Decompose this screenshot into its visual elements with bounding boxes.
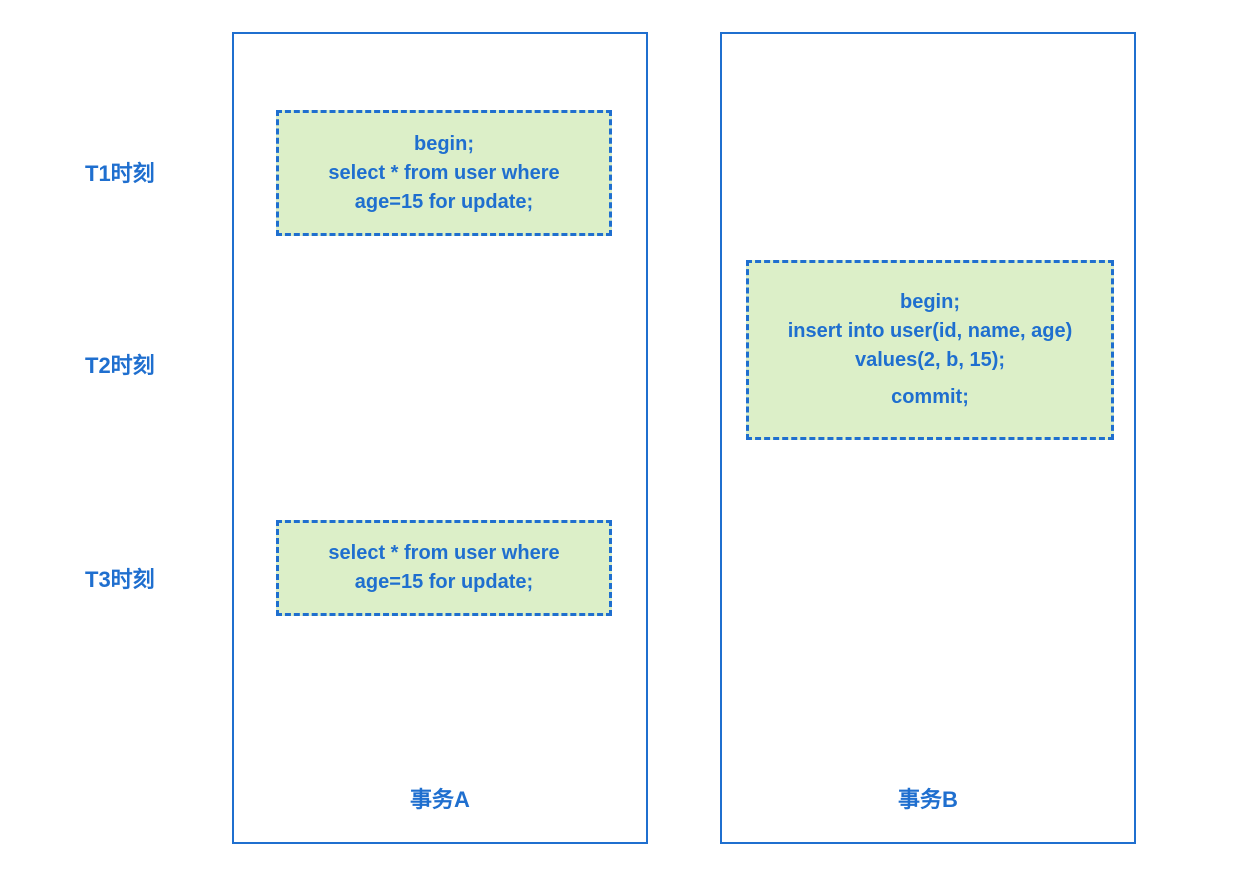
- time-label-t2: T2时刻: [85, 348, 155, 380]
- sql-line: commit;: [891, 383, 969, 412]
- sql-line: begin;: [900, 288, 960, 317]
- transaction-a-title: 事务A: [234, 782, 646, 814]
- sql-line: insert into user(id, name, age): [788, 317, 1073, 346]
- sql-line: values(2, b, 15);: [855, 346, 1005, 375]
- sql-line: age=15 for update;: [355, 568, 533, 597]
- tx-a-t3-sql: select * from user where age=15 for upda…: [276, 520, 612, 616]
- tx-a-t1-sql: begin; select * from user where age=15 f…: [276, 110, 612, 236]
- transaction-b-column: begin; insert into user(id, name, age) v…: [720, 32, 1136, 844]
- sql-line: select * from user where: [328, 539, 559, 568]
- sql-line: age=15 for update;: [355, 188, 533, 217]
- tx-b-t2-sql: begin; insert into user(id, name, age) v…: [746, 260, 1114, 440]
- time-label-t1: T1时刻: [85, 156, 155, 188]
- sql-line: select * from user where: [328, 159, 559, 188]
- time-label-t3: T3时刻: [85, 562, 155, 594]
- transaction-a-column: begin; select * from user where age=15 f…: [232, 32, 648, 844]
- transaction-b-title: 事务B: [722, 782, 1134, 814]
- transaction-diagram: { "times": { "t1": "T1时刻", "t2": "T2时刻",…: [0, 0, 1256, 876]
- sql-line: begin;: [414, 130, 474, 159]
